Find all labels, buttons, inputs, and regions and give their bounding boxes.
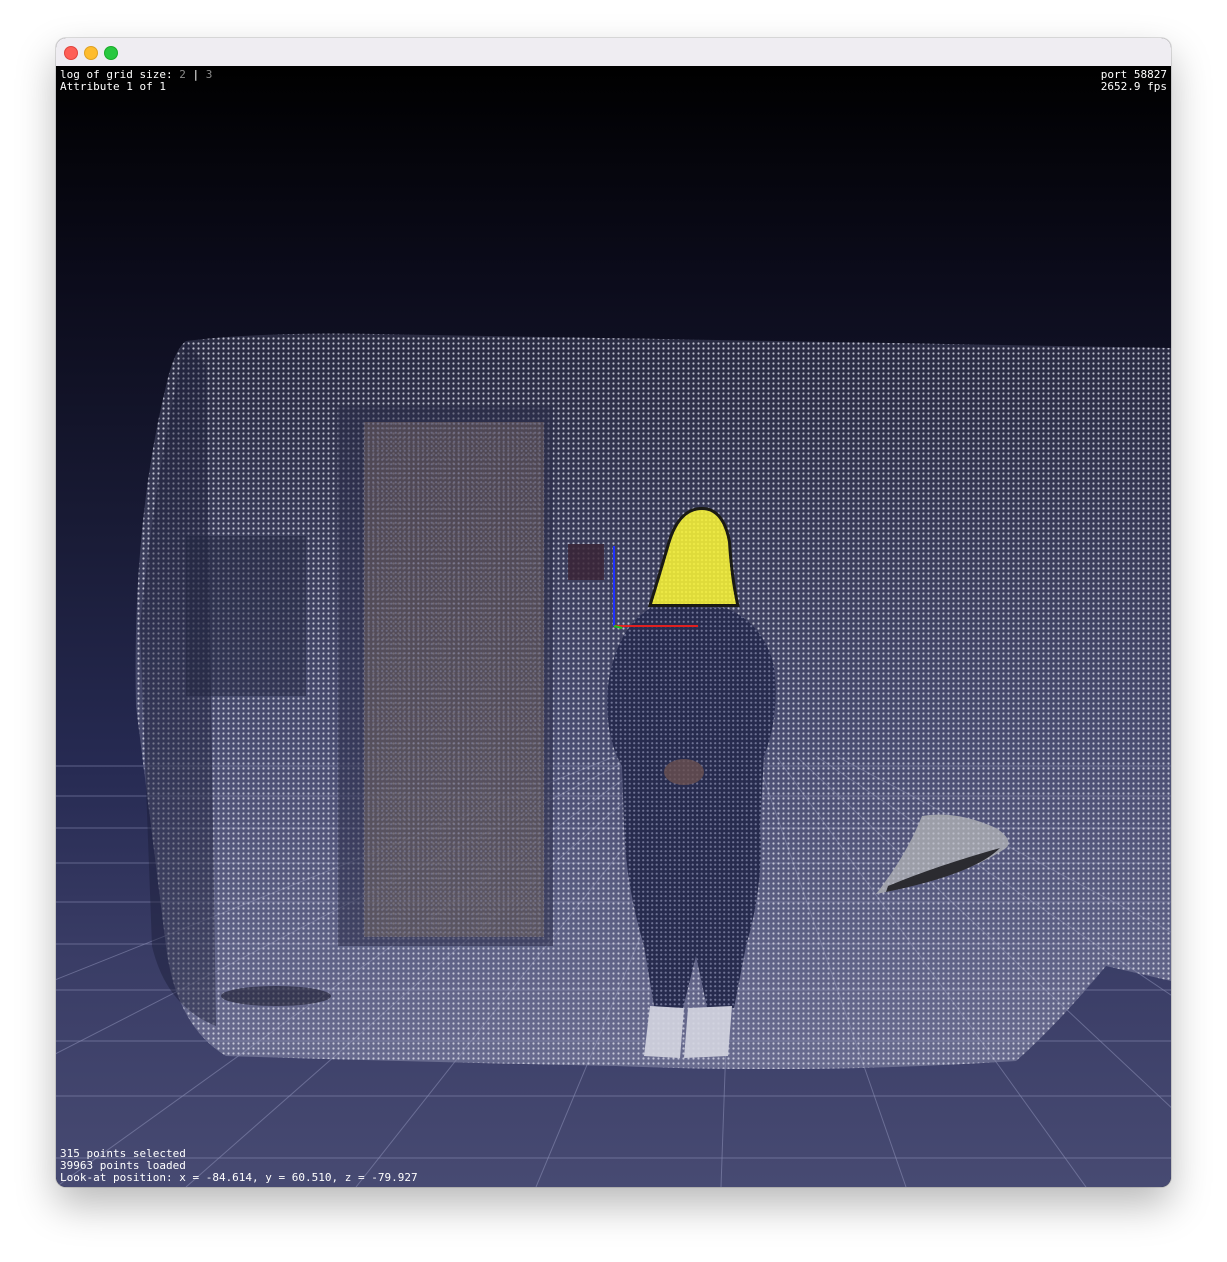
window-frame [186, 536, 306, 696]
grid-size-separator: | [192, 68, 200, 81]
app-window: log of grid size: 2 | 3 Attribute 1 of 1… [56, 38, 1171, 1187]
look-at-position: Look-at position: x = -84.614, y = 60.51… [60, 1171, 418, 1184]
grid-size-option-2[interactable]: 2 [179, 68, 186, 81]
minimize-button[interactable] [84, 46, 98, 60]
fps-counter: 2652.9 fps [1100, 80, 1167, 93]
hud-top-left: log of grid size: 2 | 3 Attribute 1 of 1 [60, 69, 212, 93]
hud-bottom-left: 315 points selected 39963 points loaded … [60, 1148, 418, 1184]
attribute-indicator: Attribute 1 of 1 [60, 80, 166, 93]
floor-shadow [221, 986, 331, 1006]
door [338, 406, 553, 946]
close-button[interactable] [64, 46, 78, 60]
grid-size-option-3[interactable]: 3 [206, 68, 213, 81]
scene-canvas[interactable] [56, 66, 1171, 1187]
hud-top-right: port 58827 2652.9 fps [1101, 69, 1167, 93]
wall-switch-box [568, 544, 604, 580]
point-cloud-viewport[interactable]: log of grid size: 2 | 3 Attribute 1 of 1… [56, 66, 1171, 1187]
zoom-button[interactable] [104, 46, 118, 60]
title-bar[interactable] [56, 38, 1171, 67]
